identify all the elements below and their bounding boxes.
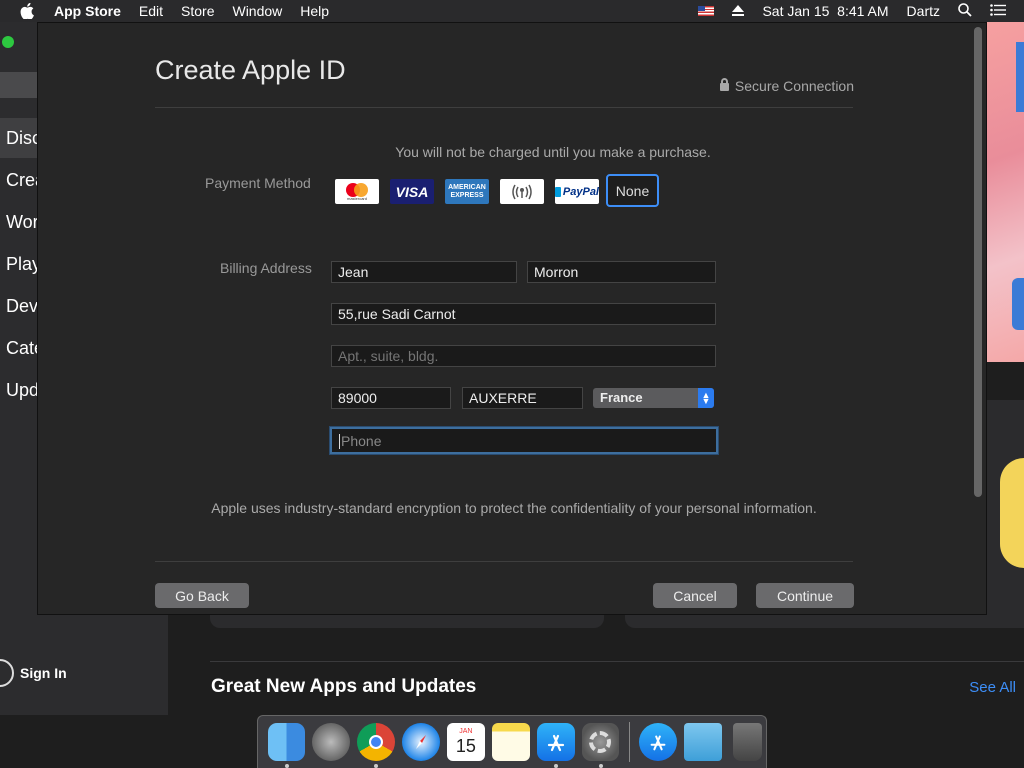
sign-in-button[interactable]: Sign In <box>0 648 67 698</box>
launchpad-icon[interactable] <box>312 723 351 761</box>
calendar-icon[interactable]: JAN 15 <box>446 723 485 761</box>
divider <box>155 107 853 108</box>
apt-suite-field[interactable] <box>331 345 716 367</box>
billing-address-label: Billing Address <box>220 260 312 276</box>
spotlight-search-icon[interactable] <box>958 2 972 20</box>
continue-button[interactable]: Continue <box>756 583 854 608</box>
cancel-button[interactable]: Cancel <box>653 583 737 608</box>
emoji-artwork <box>1000 458 1024 568</box>
running-indicator <box>553 764 558 768</box>
phone-placeholder: Phone <box>341 433 382 449</box>
featured-artwork[interactable] <box>986 22 1024 362</box>
amex-option[interactable]: AMERICAN EXPRESS <box>445 179 489 204</box>
phone-field[interactable]: Phone <box>330 427 718 454</box>
artwork-accent <box>1016 42 1024 112</box>
trash-icon[interactable] <box>732 723 763 761</box>
user-name[interactable]: Dartz <box>907 3 940 19</box>
sign-in-label: Sign In <box>20 665 67 681</box>
sidebar-item-play[interactable]: Play <box>6 254 41 275</box>
none-payment-option[interactable]: None <box>606 174 659 207</box>
menu-window[interactable]: Window <box>232 3 282 19</box>
app-store-download-icon[interactable] <box>639 723 678 761</box>
system-preferences-icon[interactable] <box>581 723 620 768</box>
street-address-field[interactable] <box>331 303 716 325</box>
menu-bar: App Store Edit Store Window Help Sat Jan… <box>0 0 1024 22</box>
dock-separator <box>628 722 630 762</box>
contactless-option[interactable] <box>500 179 544 204</box>
mastercard-icon: mastercard <box>343 182 371 201</box>
dialog-title: Create Apple ID <box>155 55 346 85</box>
chrome-icon[interactable] <box>357 723 396 768</box>
safari-icon[interactable] <box>402 723 440 761</box>
text-cursor <box>339 434 340 449</box>
window-zoom-button[interactable] <box>2 36 14 48</box>
charge-note: You will not be charged until you make a… <box>395 144 711 160</box>
notes-icon[interactable] <box>491 723 530 761</box>
finder-icon[interactable] <box>267 723 306 768</box>
artwork-button[interactable] <box>1012 278 1024 330</box>
calendar-month: JAN <box>459 728 473 735</box>
paypal-option[interactable]: PayPal <box>555 179 599 204</box>
us-flag-icon[interactable] <box>698 6 715 16</box>
divider <box>210 661 1024 662</box>
menu-store[interactable]: Store <box>181 3 214 19</box>
sidebar-item-updates[interactable]: Upd <box>6 380 39 401</box>
dock: JAN 15 <box>257 715 767 768</box>
country-select-value: France <box>600 390 643 405</box>
apple-menu-icon[interactable] <box>18 0 36 22</box>
app-store-icon[interactable] <box>536 723 575 768</box>
notification-center-icon[interactable] <box>990 3 1006 19</box>
postcode-field[interactable] <box>331 387 451 409</box>
menu-app-store[interactable]: App Store <box>54 3 121 19</box>
amex-label-top: AMERICAN <box>448 183 486 191</box>
paypal-label: PayPal <box>562 185 599 198</box>
compass-needle-icon <box>416 735 426 749</box>
running-indicator <box>284 764 289 768</box>
app-store-a-icon <box>547 734 564 752</box>
menu-edit[interactable]: Edit <box>139 3 163 19</box>
running-indicator <box>374 764 379 768</box>
scrollbar[interactable] <box>974 27 982 497</box>
visa-label: VISA <box>395 183 429 200</box>
sidebar-item-work[interactable]: Wor <box>6 212 39 233</box>
country-select[interactable]: France ▲ ▼ <box>593 388 714 408</box>
chrome-center-icon <box>369 735 384 749</box>
clock[interactable]: Sat Jan 15 8:41 AM <box>762 3 888 19</box>
mastercard-option[interactable]: mastercard <box>335 179 379 204</box>
running-indicator <box>598 764 603 768</box>
contactless-icon <box>512 184 532 199</box>
last-name-field[interactable] <box>527 261 716 283</box>
city-field[interactable] <box>462 387 583 409</box>
downloads-folder-icon[interactable] <box>684 723 723 761</box>
divider <box>155 561 853 562</box>
see-all-link[interactable]: See All <box>969 679 1016 696</box>
go-back-button[interactable]: Go Back <box>155 583 249 608</box>
secure-connection-label: Secure Connection <box>734 78 854 94</box>
section-title: Great New Apps and Updates <box>211 676 477 697</box>
encryption-note: Apple uses industry-standard encryption … <box>211 500 817 516</box>
app-store-a-icon <box>650 735 666 751</box>
calendar-day: 15 <box>455 736 476 756</box>
sidebar-item-develop[interactable]: Dev <box>6 296 38 317</box>
secure-connection-indicator: Secure Connection <box>719 78 854 94</box>
chevron-up-down-icon: ▲ ▼ <box>698 388 714 408</box>
amex-label-bottom: EXPRESS <box>450 191 484 199</box>
create-apple-id-sheet: Create Apple ID Secure Connection You wi… <box>37 22 987 615</box>
menu-help[interactable]: Help <box>300 3 329 19</box>
first-name-field[interactable] <box>331 261 517 283</box>
avatar-icon <box>0 659 14 687</box>
gear-icon <box>589 731 612 753</box>
lock-icon <box>719 78 729 91</box>
payment-method-label: Payment Method <box>205 175 311 191</box>
sidebar-item-discover[interactable]: Disc <box>6 128 41 149</box>
mastercard-label: mastercard <box>346 195 367 201</box>
paypal-icon <box>555 186 561 197</box>
eject-icon[interactable] <box>732 5 745 17</box>
visa-option[interactable]: VISA <box>390 179 434 204</box>
